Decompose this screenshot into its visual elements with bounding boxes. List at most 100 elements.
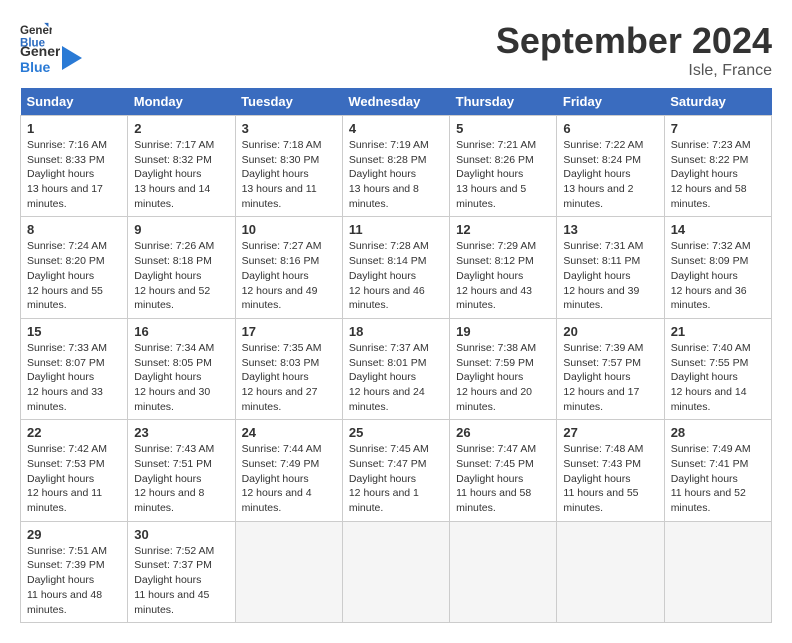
day-info: Sunrise: 7:21 AM Sunset: 8:26 PM Dayligh…	[456, 138, 550, 211]
calendar-week-row: 15 Sunrise: 7:33 AM Sunset: 8:07 PM Dayl…	[21, 318, 772, 419]
calendar-week-row: 22 Sunrise: 7:42 AM Sunset: 7:53 PM Dayl…	[21, 420, 772, 521]
day-number: 23	[134, 425, 228, 440]
day-cell-1: 1 Sunrise: 7:16 AM Sunset: 8:33 PM Dayli…	[21, 116, 128, 217]
calendar-week-row: 8 Sunrise: 7:24 AM Sunset: 8:20 PM Dayli…	[21, 217, 772, 318]
day-number: 4	[349, 121, 443, 136]
day-cell-17: 17 Sunrise: 7:35 AM Sunset: 8:03 PM Dayl…	[235, 318, 342, 419]
svg-text:Blue: Blue	[20, 59, 51, 75]
day-number: 21	[671, 324, 765, 339]
day-cell-16: 16 Sunrise: 7:34 AM Sunset: 8:05 PM Dayl…	[128, 318, 235, 419]
day-number: 22	[27, 425, 121, 440]
day-info: Sunrise: 7:47 AM Sunset: 7:45 PM Dayligh…	[456, 442, 550, 515]
day-number: 28	[671, 425, 765, 440]
day-cell-7: 7 Sunrise: 7:23 AM Sunset: 8:22 PM Dayli…	[664, 116, 771, 217]
day-info: Sunrise: 7:31 AM Sunset: 8:11 PM Dayligh…	[563, 239, 657, 312]
day-number: 6	[563, 121, 657, 136]
day-cell-21: 21 Sunrise: 7:40 AM Sunset: 7:55 PM Dayl…	[664, 318, 771, 419]
day-info: Sunrise: 7:48 AM Sunset: 7:43 PM Dayligh…	[563, 442, 657, 515]
day-cell-15: 15 Sunrise: 7:33 AM Sunset: 8:07 PM Dayl…	[21, 318, 128, 419]
day-number: 1	[27, 121, 121, 136]
day-cell-6: 6 Sunrise: 7:22 AM Sunset: 8:24 PM Dayli…	[557, 116, 664, 217]
day-cell-22: 22 Sunrise: 7:42 AM Sunset: 7:53 PM Dayl…	[21, 420, 128, 521]
day-number: 29	[27, 527, 121, 542]
day-cell-9: 9 Sunrise: 7:26 AM Sunset: 8:18 PM Dayli…	[128, 217, 235, 318]
location: Isle, France	[496, 62, 772, 80]
day-number: 2	[134, 121, 228, 136]
weekday-header-row: Sunday Monday Tuesday Wednesday Thursday…	[21, 88, 772, 116]
day-info: Sunrise: 7:44 AM Sunset: 7:49 PM Dayligh…	[242, 442, 336, 515]
day-cell-3: 3 Sunrise: 7:18 AM Sunset: 8:30 PM Dayli…	[235, 116, 342, 217]
day-cell-29: 29 Sunrise: 7:51 AM Sunset: 7:39 PM Dayl…	[21, 521, 128, 622]
day-info: Sunrise: 7:40 AM Sunset: 7:55 PM Dayligh…	[671, 341, 765, 414]
day-info: Sunrise: 7:18 AM Sunset: 8:30 PM Dayligh…	[242, 138, 336, 211]
logo-svg: General Blue	[20, 38, 60, 78]
day-info: Sunrise: 7:52 AM Sunset: 7:37 PM Dayligh…	[134, 544, 228, 617]
day-info: Sunrise: 7:16 AM Sunset: 8:33 PM Dayligh…	[27, 138, 121, 211]
empty-cell	[557, 521, 664, 622]
day-number: 27	[563, 425, 657, 440]
day-number: 14	[671, 222, 765, 237]
day-info: Sunrise: 7:17 AM Sunset: 8:32 PM Dayligh…	[134, 138, 228, 211]
day-info: Sunrise: 7:28 AM Sunset: 8:14 PM Dayligh…	[349, 239, 443, 312]
calendar-week-row: 1 Sunrise: 7:16 AM Sunset: 8:33 PM Dayli…	[21, 116, 772, 217]
header-monday: Monday	[128, 88, 235, 116]
day-info: Sunrise: 7:27 AM Sunset: 8:16 PM Dayligh…	[242, 239, 336, 312]
day-info: Sunrise: 7:38 AM Sunset: 7:59 PM Dayligh…	[456, 341, 550, 414]
day-number: 8	[27, 222, 121, 237]
day-info: Sunrise: 7:22 AM Sunset: 8:24 PM Dayligh…	[563, 138, 657, 211]
header-saturday: Saturday	[664, 88, 771, 116]
svg-text:General: General	[20, 25, 52, 37]
day-cell-11: 11 Sunrise: 7:28 AM Sunset: 8:14 PM Dayl…	[342, 217, 449, 318]
day-number: 17	[242, 324, 336, 339]
day-number: 10	[242, 222, 336, 237]
day-number: 25	[349, 425, 443, 440]
day-info: Sunrise: 7:32 AM Sunset: 8:09 PM Dayligh…	[671, 239, 765, 312]
day-info: Sunrise: 7:39 AM Sunset: 7:57 PM Dayligh…	[563, 341, 657, 414]
day-cell-19: 19 Sunrise: 7:38 AM Sunset: 7:59 PM Dayl…	[450, 318, 557, 419]
day-info: Sunrise: 7:51 AM Sunset: 7:39 PM Dayligh…	[27, 544, 121, 617]
day-info: Sunrise: 7:33 AM Sunset: 8:07 PM Dayligh…	[27, 341, 121, 414]
day-cell-14: 14 Sunrise: 7:32 AM Sunset: 8:09 PM Dayl…	[664, 217, 771, 318]
day-info: Sunrise: 7:43 AM Sunset: 7:51 PM Dayligh…	[134, 442, 228, 515]
day-info: Sunrise: 7:34 AM Sunset: 8:05 PM Dayligh…	[134, 341, 228, 414]
day-cell-10: 10 Sunrise: 7:27 AM Sunset: 8:16 PM Dayl…	[235, 217, 342, 318]
day-number: 24	[242, 425, 336, 440]
day-info: Sunrise: 7:37 AM Sunset: 8:01 PM Dayligh…	[349, 341, 443, 414]
day-cell-26: 26 Sunrise: 7:47 AM Sunset: 7:45 PM Dayl…	[450, 420, 557, 521]
day-number: 15	[27, 324, 121, 339]
svg-text:General: General	[20, 43, 60, 59]
empty-cell	[235, 521, 342, 622]
day-number: 7	[671, 121, 765, 136]
day-info: Sunrise: 7:45 AM Sunset: 7:47 PM Dayligh…	[349, 442, 443, 515]
day-number: 30	[134, 527, 228, 542]
header-sunday: Sunday	[21, 88, 128, 116]
day-cell-12: 12 Sunrise: 7:29 AM Sunset: 8:12 PM Dayl…	[450, 217, 557, 318]
day-cell-18: 18 Sunrise: 7:37 AM Sunset: 8:01 PM Dayl…	[342, 318, 449, 419]
calendar-table: Sunday Monday Tuesday Wednesday Thursday…	[20, 88, 772, 623]
day-number: 5	[456, 121, 550, 136]
day-number: 20	[563, 324, 657, 339]
day-cell-27: 27 Sunrise: 7:48 AM Sunset: 7:43 PM Dayl…	[557, 420, 664, 521]
day-number: 13	[563, 222, 657, 237]
empty-cell	[664, 521, 771, 622]
day-info: Sunrise: 7:24 AM Sunset: 8:20 PM Dayligh…	[27, 239, 121, 312]
day-number: 3	[242, 121, 336, 136]
day-cell-8: 8 Sunrise: 7:24 AM Sunset: 8:20 PM Dayli…	[21, 217, 128, 318]
day-cell-23: 23 Sunrise: 7:43 AM Sunset: 7:51 PM Dayl…	[128, 420, 235, 521]
calendar-week-row: 29 Sunrise: 7:51 AM Sunset: 7:39 PM Dayl…	[21, 521, 772, 622]
day-cell-5: 5 Sunrise: 7:21 AM Sunset: 8:26 PM Dayli…	[450, 116, 557, 217]
day-info: Sunrise: 7:35 AM Sunset: 8:03 PM Dayligh…	[242, 341, 336, 414]
day-cell-25: 25 Sunrise: 7:45 AM Sunset: 7:47 PM Dayl…	[342, 420, 449, 521]
day-number: 9	[134, 222, 228, 237]
empty-cell	[342, 521, 449, 622]
day-cell-2: 2 Sunrise: 7:17 AM Sunset: 8:32 PM Dayli…	[128, 116, 235, 217]
header-friday: Friday	[557, 88, 664, 116]
day-cell-20: 20 Sunrise: 7:39 AM Sunset: 7:57 PM Dayl…	[557, 318, 664, 419]
day-number: 16	[134, 324, 228, 339]
header-wednesday: Wednesday	[342, 88, 449, 116]
day-number: 11	[349, 222, 443, 237]
empty-cell	[450, 521, 557, 622]
header-tuesday: Tuesday	[235, 88, 342, 116]
day-cell-24: 24 Sunrise: 7:44 AM Sunset: 7:49 PM Dayl…	[235, 420, 342, 521]
day-cell-4: 4 Sunrise: 7:19 AM Sunset: 8:28 PM Dayli…	[342, 116, 449, 217]
